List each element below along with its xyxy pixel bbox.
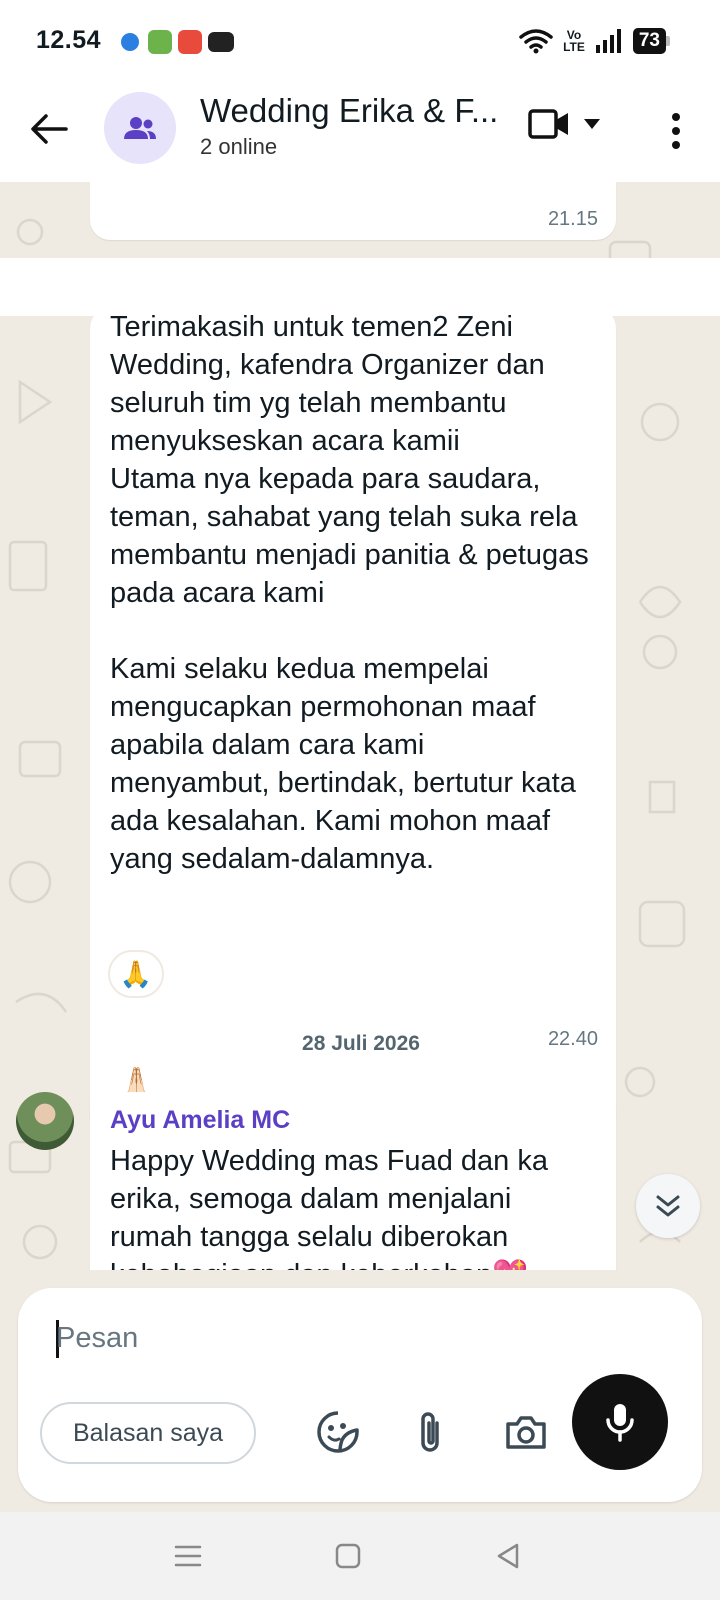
composer: Balasan saya xyxy=(18,1288,702,1502)
more-vertical-icon xyxy=(672,113,680,149)
message-time: 21.15 xyxy=(547,208,598,230)
group-avatar[interactable] xyxy=(104,92,176,164)
message-bubble[interactable]: Ayu Amelia MC Happy Wedding mas Fuad dan… xyxy=(90,1092,616,1282)
edge-icon xyxy=(121,33,139,51)
attach-button[interactable] xyxy=(404,1406,456,1458)
sender-avatar[interactable] xyxy=(16,1092,74,1150)
sender-name[interactable]: Ayu Amelia MC xyxy=(110,1106,290,1135)
quick-reply-button[interactable]: Balasan saya xyxy=(40,1402,256,1464)
message-time: 22.40 xyxy=(547,1028,598,1050)
camera-icon xyxy=(506,1416,546,1449)
status-bar: 12.54 Vo LTE 73 xyxy=(0,0,720,78)
sticker-button[interactable] xyxy=(312,1406,364,1458)
back-triangle-icon xyxy=(497,1543,519,1569)
message-text: Terimakasih untuk temen2 Zeni Wedding, k… xyxy=(110,311,589,875)
camera-button[interactable] xyxy=(500,1406,552,1458)
home-button[interactable] xyxy=(326,1534,370,1578)
voice-message-button[interactable] xyxy=(572,1374,668,1470)
sticker-icon xyxy=(317,1411,359,1453)
composer-area: Balasan saya xyxy=(0,1270,720,1512)
video-camera-icon xyxy=(528,109,568,139)
wifi-icon xyxy=(519,29,553,54)
battery-level: 73 xyxy=(632,28,666,54)
music-icon xyxy=(178,30,202,54)
message-bubble[interactable]: 21.15 xyxy=(90,182,616,240)
double-chevron-down-icon xyxy=(656,1195,680,1217)
back-button[interactable] xyxy=(24,104,74,154)
battery-icon: 73 xyxy=(632,28,670,54)
game-icon xyxy=(148,30,172,54)
online-status: 2 online xyxy=(200,134,278,159)
battery-tip xyxy=(666,36,670,46)
video-call-button[interactable] xyxy=(528,108,600,140)
microphone-icon xyxy=(606,1404,634,1442)
back-nav-button[interactable] xyxy=(486,1534,530,1578)
group-title[interactable]: Wedding Erika & F... xyxy=(200,92,500,130)
chat-area[interactable]: 21.15 Terimakasih untuk temen2 Zeni Wedd… xyxy=(0,182,720,1282)
date-separator: 28 Juli 2026 xyxy=(275,1020,447,1068)
youtube-icon xyxy=(208,32,234,52)
recents-button[interactable] xyxy=(166,1534,210,1578)
home-square-icon xyxy=(335,1543,361,1569)
system-icons: Vo LTE 73 xyxy=(519,28,670,54)
menu-icon xyxy=(174,1545,202,1567)
scroll-to-bottom-button[interactable] xyxy=(636,1174,700,1238)
system-nav-bar xyxy=(0,1512,720,1600)
status-time: 12.54 xyxy=(36,26,102,54)
signal-icon xyxy=(595,29,621,53)
paperclip-icon xyxy=(421,1412,439,1452)
message-bubble[interactable]: Terimakasih untuk temen2 Zeni Wedding, k… xyxy=(90,308,616,1135)
volte-label: Vo LTE xyxy=(563,28,585,54)
message-input[interactable] xyxy=(56,1314,616,1362)
message-text: Happy Wedding mas Fuad dan ka erika, sem… xyxy=(110,1145,548,1282)
arrow-left-icon xyxy=(31,114,68,144)
group-icon xyxy=(124,117,156,139)
dropdown-icon xyxy=(584,119,600,129)
chat-header: Wedding Erika & F... 2 online xyxy=(0,78,720,182)
message-reaction[interactable]: 🙏 xyxy=(108,950,164,998)
notification-icons xyxy=(118,30,234,54)
more-options-button[interactable] xyxy=(656,106,696,156)
